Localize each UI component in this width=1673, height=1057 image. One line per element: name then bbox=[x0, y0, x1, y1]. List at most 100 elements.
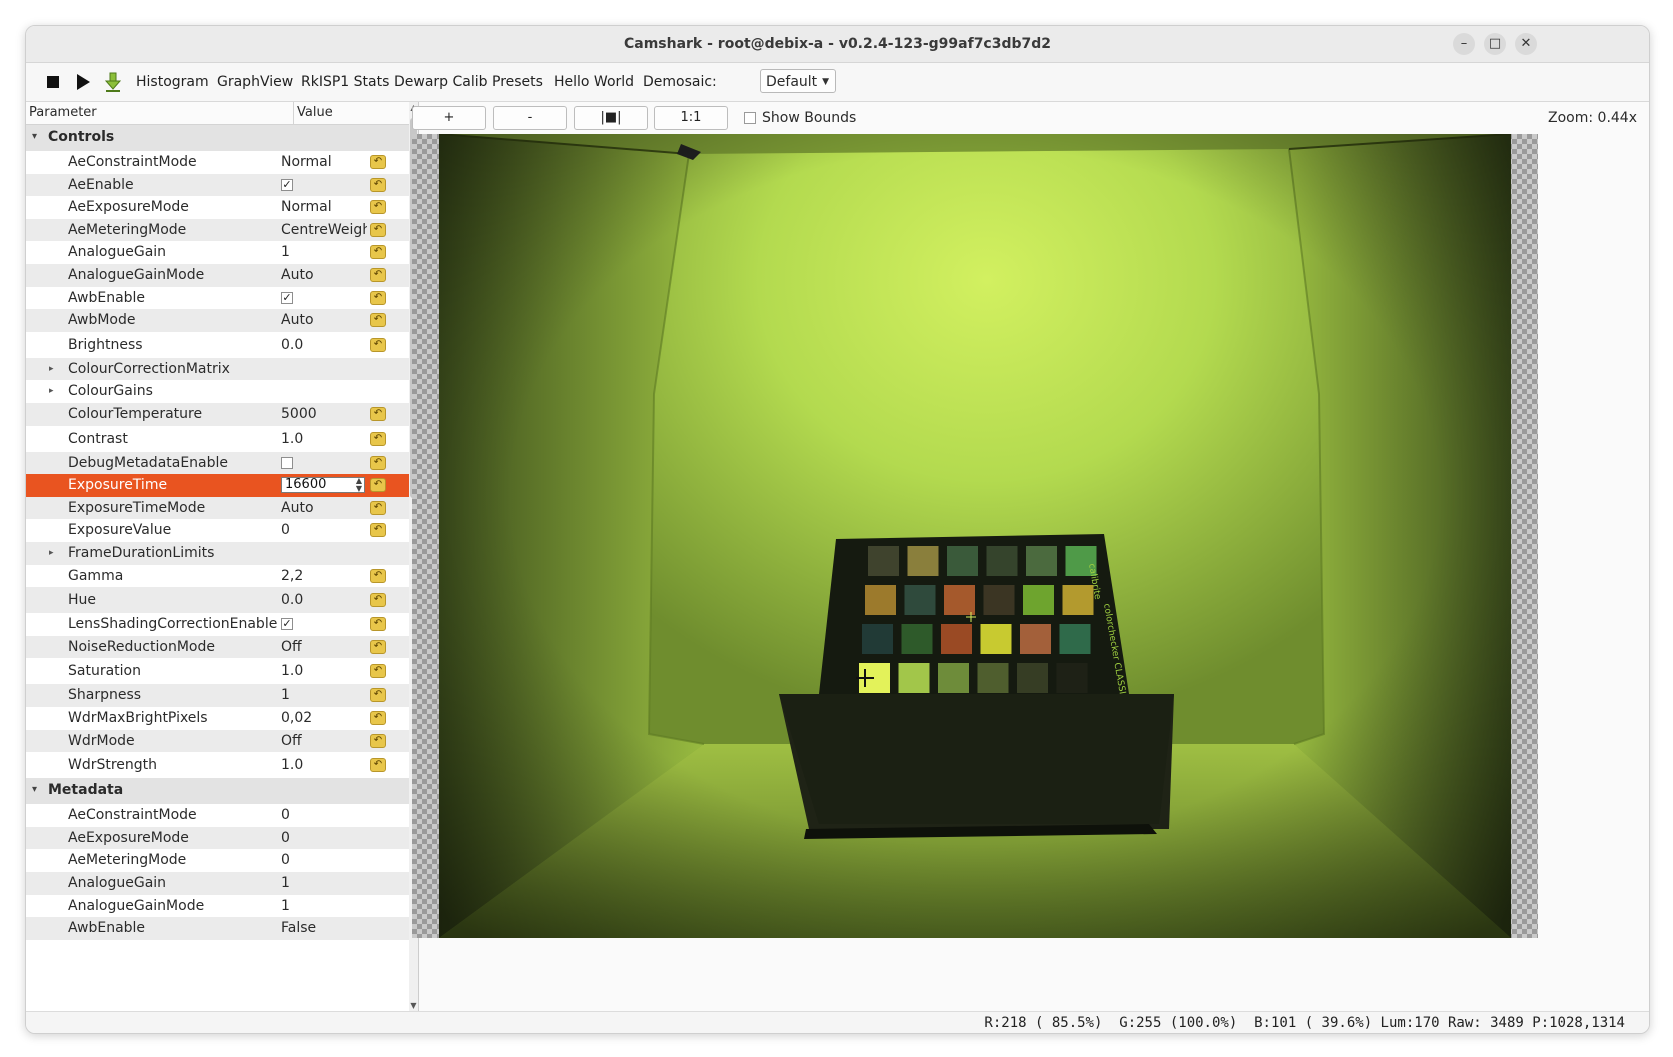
param-row[interactable]: Sharpness 1 ↶ bbox=[26, 684, 409, 707]
param-row[interactable]: ExposureTime 16600 ▲ ▼ ↶ bbox=[26, 474, 409, 497]
toolbar-presets[interactable]: Presets bbox=[492, 63, 543, 101]
toolbar-dewarp-calib[interactable]: Dewarp Calib bbox=[394, 63, 488, 101]
toolbar-hello-world[interactable]: Hello World bbox=[554, 63, 634, 101]
reset-icon[interactable]: ↶ bbox=[370, 758, 386, 773]
reset-icon[interactable]: ↶ bbox=[370, 155, 386, 169]
maximize-button[interactable]: □ bbox=[1484, 33, 1506, 55]
param-value[interactable]: 0.0 bbox=[281, 337, 367, 353]
expand-arrow-icon[interactable]: ▸ bbox=[49, 548, 54, 558]
param-row[interactable]: ExposureValue 0 ↶ bbox=[26, 519, 409, 542]
section-header-metadata[interactable]: ▾ Metadata bbox=[26, 778, 409, 805]
reset-icon[interactable]: ↶ bbox=[370, 290, 386, 305]
param-value[interactable]: CentreWeighted bbox=[281, 222, 367, 238]
zoom-in-button[interactable]: + bbox=[412, 106, 486, 130]
param-row[interactable]: AeExposureMode Normal ↶ bbox=[26, 196, 409, 219]
one-to-one-button[interactable]: 1:1 bbox=[654, 106, 728, 130]
reset-icon[interactable]: ↶ bbox=[370, 268, 386, 282]
reset-icon[interactable]: ↶ bbox=[370, 593, 386, 608]
param-row[interactable]: WdrMaxBrightPixels 0,02 ↶ bbox=[26, 707, 409, 730]
param-row[interactable]: AnalogueGain 1 ↶ bbox=[26, 241, 409, 264]
reset-icon[interactable]: ↶ bbox=[370, 639, 386, 654]
toolbar-rkisp1-stats[interactable]: RkISP1 Stats bbox=[301, 63, 389, 101]
reset-icon[interactable]: ↶ bbox=[370, 245, 386, 260]
exposure-time-spinbox[interactable]: 16600 ▲ ▼ bbox=[281, 477, 365, 494]
zoom-out-button[interactable]: - bbox=[493, 106, 567, 130]
reset-icon[interactable]: ↶ bbox=[370, 711, 386, 725]
toolbar-histogram[interactable]: Histogram bbox=[136, 63, 209, 101]
reset-icon[interactable]: ↶ bbox=[370, 455, 386, 470]
column-header-value[interactable]: Value bbox=[297, 105, 333, 120]
reset-icon[interactable]: ↶ bbox=[370, 337, 386, 352]
param-row[interactable]: Contrast 1.0 ↶ bbox=[26, 426, 409, 452]
reset-icon[interactable]: ↶ bbox=[370, 431, 386, 446]
param-value[interactable]: 0 bbox=[281, 522, 367, 538]
reset-icon[interactable]: ↶ bbox=[370, 478, 386, 493]
param-row[interactable]: AnalogueGainMode 1 bbox=[26, 895, 409, 918]
section-header-controls[interactable]: ▾ Controls bbox=[26, 125, 409, 151]
param-value[interactable]: 0 bbox=[281, 830, 367, 846]
column-header-parameter[interactable]: Parameter bbox=[29, 105, 97, 120]
download-icon[interactable] bbox=[102, 71, 124, 93]
collapse-arrow-icon[interactable]: ▾ bbox=[32, 131, 37, 142]
param-row[interactable]: ColourTemperature 5000 ↶ bbox=[26, 403, 409, 426]
param-value[interactable]: Off bbox=[281, 639, 367, 655]
param-row[interactable]: AeMeteringMode CentreWeighted↶ bbox=[26, 218, 409, 242]
param-row[interactable]: WdrStrength 1.0 ↶ bbox=[26, 752, 409, 778]
param-value[interactable]: 0,02 bbox=[281, 710, 367, 726]
param-checkbox[interactable]: ✓ bbox=[281, 618, 293, 631]
param-row[interactable]: AeMeteringMode 0 bbox=[26, 849, 409, 872]
minimize-button[interactable]: – bbox=[1453, 33, 1475, 55]
param-row[interactable]: AwbEnable ✓ ↶ bbox=[26, 287, 409, 310]
param-value[interactable]: Normal bbox=[281, 154, 367, 170]
reset-icon[interactable]: ↶ bbox=[370, 688, 386, 703]
reset-icon[interactable]: ↶ bbox=[370, 523, 386, 538]
fit-button[interactable]: |■| bbox=[574, 106, 648, 130]
param-value[interactable]: 1 bbox=[281, 875, 367, 891]
collapse-arrow-icon[interactable]: ▾ bbox=[32, 784, 37, 795]
param-value[interactable]: 1.0 bbox=[281, 663, 367, 679]
expand-arrow-icon[interactable]: ▸ bbox=[49, 386, 54, 396]
reset-icon[interactable]: ↶ bbox=[370, 177, 386, 192]
show-bounds-checkbox[interactable] bbox=[744, 112, 756, 124]
param-value[interactable]: Auto bbox=[281, 500, 367, 516]
param-row[interactable]: AeConstraintMode Normal ↶ bbox=[26, 151, 409, 174]
scroll-down-icon[interactable]: ▼ bbox=[409, 1001, 418, 1010]
param-row[interactable]: AnalogueGain 1 bbox=[26, 872, 409, 895]
expand-arrow-icon[interactable]: ▸ bbox=[49, 364, 54, 374]
param-row[interactable]: DebugMetadataEnable ↶ bbox=[26, 451, 409, 475]
demosaic-select[interactable]: Default ▼ bbox=[760, 69, 836, 93]
param-value[interactable]: 1 bbox=[281, 687, 367, 703]
spin-arrows-icon[interactable]: ▲ ▼ bbox=[356, 477, 362, 493]
param-row[interactable]: AeExposureMode 0 bbox=[26, 826, 409, 850]
camera-image[interactable]: calibrite colorchecker CLASSIC bbox=[439, 134, 1511, 938]
toolbar-graphview[interactable]: GraphView bbox=[217, 63, 293, 101]
param-row[interactable]: LensShadingCorrectionEnable ✓ ↶ bbox=[26, 613, 409, 636]
reset-icon[interactable]: ↶ bbox=[370, 407, 386, 421]
param-value[interactable]: 1 bbox=[281, 898, 367, 914]
reset-icon[interactable]: ↶ bbox=[370, 200, 386, 215]
param-row[interactable]: ▸ FrameDurationLimits bbox=[26, 542, 409, 565]
param-checkbox[interactable] bbox=[281, 456, 293, 469]
param-checkbox[interactable]: ✓ bbox=[281, 178, 293, 191]
reset-icon[interactable]: ↶ bbox=[370, 222, 386, 237]
stop-icon[interactable] bbox=[42, 71, 64, 93]
param-row[interactable]: AnalogueGainMode Auto ↶ bbox=[26, 264, 409, 287]
play-icon[interactable] bbox=[72, 71, 94, 93]
reset-icon[interactable]: ↶ bbox=[370, 500, 386, 515]
show-bounds-label[interactable]: Show Bounds bbox=[762, 110, 856, 126]
param-row[interactable]: AeEnable ✓ ↶ bbox=[26, 173, 409, 197]
param-value[interactable]: 1.0 bbox=[281, 431, 367, 447]
reset-icon[interactable]: ↶ bbox=[370, 313, 386, 328]
param-row[interactable]: NoiseReductionMode Off ↶ bbox=[26, 635, 409, 659]
param-row[interactable]: Gamma 2,2 ↶ bbox=[26, 565, 409, 588]
param-row[interactable]: Saturation 1.0 ↶ bbox=[26, 658, 409, 684]
param-row[interactable]: AwbEnable False bbox=[26, 917, 409, 940]
param-value[interactable]: Auto bbox=[281, 267, 367, 283]
param-value[interactable]: Normal bbox=[281, 199, 367, 215]
param-row[interactable]: ▸ ColourCorrectionMatrix bbox=[26, 357, 409, 381]
param-value[interactable]: 0.0 bbox=[281, 592, 367, 608]
param-value[interactable]: 1.0 bbox=[281, 757, 367, 773]
param-value[interactable]: 0 bbox=[281, 852, 367, 868]
param-value[interactable]: 0 bbox=[281, 807, 367, 823]
param-row[interactable]: AeConstraintMode 0 bbox=[26, 804, 409, 827]
